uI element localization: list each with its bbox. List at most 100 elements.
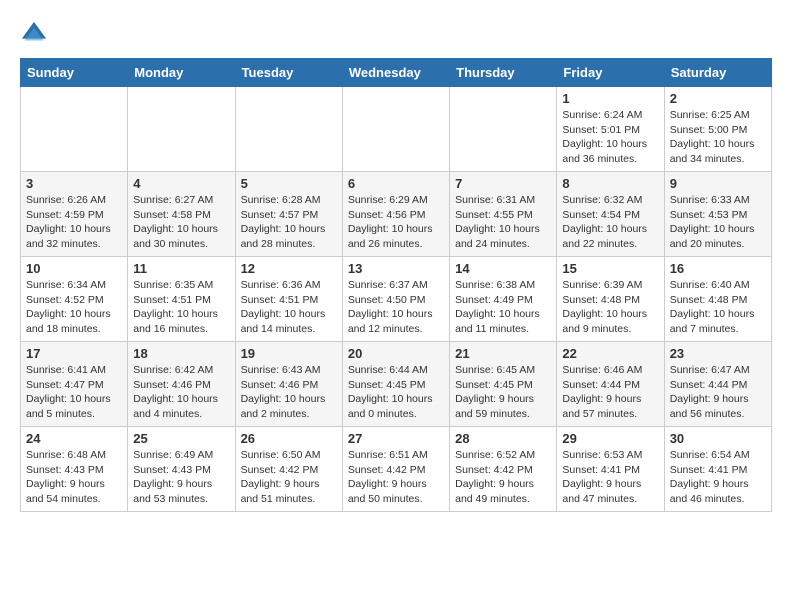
day-info: Sunrise: 6:29 AM Sunset: 4:56 PM Dayligh… xyxy=(348,193,444,252)
day-info: Sunrise: 6:40 AM Sunset: 4:48 PM Dayligh… xyxy=(670,278,766,337)
day-number: 27 xyxy=(348,431,444,446)
logo-icon xyxy=(20,20,48,48)
day-info: Sunrise: 6:33 AM Sunset: 4:53 PM Dayligh… xyxy=(670,193,766,252)
calendar-cell: 26 Sunrise: 6:50 AM Sunset: 4:42 PM Dayli… xyxy=(235,427,342,512)
day-number: 13 xyxy=(348,261,444,276)
calendar-cell: 9 Sunrise: 6:33 AM Sunset: 4:53 PM Daylig… xyxy=(664,172,771,257)
day-number: 14 xyxy=(455,261,551,276)
calendar-header-tuesday: Tuesday xyxy=(235,59,342,87)
day-number: 2 xyxy=(670,91,766,106)
day-info: Sunrise: 6:54 AM Sunset: 4:41 PM Dayligh… xyxy=(670,448,766,507)
day-number: 12 xyxy=(241,261,337,276)
calendar-cell: 3 Sunrise: 6:26 AM Sunset: 4:59 PM Daylig… xyxy=(21,172,128,257)
day-number: 18 xyxy=(133,346,229,361)
day-info: Sunrise: 6:47 AM Sunset: 4:44 PM Dayligh… xyxy=(670,363,766,422)
day-info: Sunrise: 6:39 AM Sunset: 4:48 PM Dayligh… xyxy=(562,278,658,337)
day-info: Sunrise: 6:53 AM Sunset: 4:41 PM Dayligh… xyxy=(562,448,658,507)
day-number: 29 xyxy=(562,431,658,446)
day-number: 24 xyxy=(26,431,122,446)
calendar-cell xyxy=(342,87,449,172)
calendar-header-sunday: Sunday xyxy=(21,59,128,87)
day-number: 25 xyxy=(133,431,229,446)
calendar-cell: 16 Sunrise: 6:40 AM Sunset: 4:48 PM Dayli… xyxy=(664,257,771,342)
calendar-cell: 18 Sunrise: 6:42 AM Sunset: 4:46 PM Dayli… xyxy=(128,342,235,427)
calendar-header-saturday: Saturday xyxy=(664,59,771,87)
day-info: Sunrise: 6:38 AM Sunset: 4:49 PM Dayligh… xyxy=(455,278,551,337)
day-info: Sunrise: 6:42 AM Sunset: 4:46 PM Dayligh… xyxy=(133,363,229,422)
calendar-cell: 13 Sunrise: 6:37 AM Sunset: 4:50 PM Dayli… xyxy=(342,257,449,342)
day-number: 5 xyxy=(241,176,337,191)
calendar-cell: 17Sunrise: 6:41 AM Sunset: 4:47 PM Dayli… xyxy=(21,342,128,427)
calendar-cell: 5 Sunrise: 6:28 AM Sunset: 4:57 PM Daylig… xyxy=(235,172,342,257)
calendar-cell: 7Sunrise: 6:31 AM Sunset: 4:55 PM Daylig… xyxy=(450,172,557,257)
calendar-cell: 6 Sunrise: 6:29 AM Sunset: 4:56 PM Daylig… xyxy=(342,172,449,257)
calendar-cell: 8 Sunrise: 6:32 AM Sunset: 4:54 PM Daylig… xyxy=(557,172,664,257)
day-number: 30 xyxy=(670,431,766,446)
calendar-cell: 30 Sunrise: 6:54 AM Sunset: 4:41 PM Dayli… xyxy=(664,427,771,512)
day-number: 19 xyxy=(241,346,337,361)
day-info: Sunrise: 6:50 AM Sunset: 4:42 PM Dayligh… xyxy=(241,448,337,507)
day-info: Sunrise: 6:26 AM Sunset: 4:59 PM Dayligh… xyxy=(26,193,122,252)
day-info: Sunrise: 6:45 AM Sunset: 4:45 PM Dayligh… xyxy=(455,363,551,422)
day-number: 26 xyxy=(241,431,337,446)
calendar-cell xyxy=(450,87,557,172)
day-number: 15 xyxy=(562,261,658,276)
calendar-cell: 10 Sunrise: 6:34 AM Sunset: 4:52 PM Dayli… xyxy=(21,257,128,342)
calendar-header-row: SundayMondayTuesdayWednesdayThursdayFrid… xyxy=(21,59,772,87)
day-info: Sunrise: 6:44 AM Sunset: 4:45 PM Dayligh… xyxy=(348,363,444,422)
day-info: Sunrise: 6:48 AM Sunset: 4:43 PM Dayligh… xyxy=(26,448,122,507)
calendar-cell: 4 Sunrise: 6:27 AM Sunset: 4:58 PM Daylig… xyxy=(128,172,235,257)
day-number: 9 xyxy=(670,176,766,191)
day-info: Sunrise: 6:25 AM Sunset: 5:00 PM Dayligh… xyxy=(670,108,766,167)
calendar-cell: 19Sunrise: 6:43 AM Sunset: 4:46 PM Dayli… xyxy=(235,342,342,427)
day-info: Sunrise: 6:27 AM Sunset: 4:58 PM Dayligh… xyxy=(133,193,229,252)
calendar-cell: 27 Sunrise: 6:51 AM Sunset: 4:42 PM Dayli… xyxy=(342,427,449,512)
day-info: Sunrise: 6:36 AM Sunset: 4:51 PM Dayligh… xyxy=(241,278,337,337)
day-info: Sunrise: 6:28 AM Sunset: 4:57 PM Dayligh… xyxy=(241,193,337,252)
day-info: Sunrise: 6:34 AM Sunset: 4:52 PM Dayligh… xyxy=(26,278,122,337)
calendar-week-row: 3 Sunrise: 6:26 AM Sunset: 4:59 PM Daylig… xyxy=(21,172,772,257)
calendar-header-wednesday: Wednesday xyxy=(342,59,449,87)
calendar-cell: 24 Sunrise: 6:48 AM Sunset: 4:43 PM Dayli… xyxy=(21,427,128,512)
calendar-cell: 21 Sunrise: 6:45 AM Sunset: 4:45 PM Dayli… xyxy=(450,342,557,427)
calendar-cell: 23 Sunrise: 6:47 AM Sunset: 4:44 PM Dayli… xyxy=(664,342,771,427)
day-info: Sunrise: 6:37 AM Sunset: 4:50 PM Dayligh… xyxy=(348,278,444,337)
calendar-cell: 28Sunrise: 6:52 AM Sunset: 4:42 PM Dayli… xyxy=(450,427,557,512)
logo xyxy=(20,20,52,48)
calendar-cell: 14 Sunrise: 6:38 AM Sunset: 4:49 PM Dayli… xyxy=(450,257,557,342)
day-number: 22 xyxy=(562,346,658,361)
day-info: Sunrise: 6:24 AM Sunset: 5:01 PM Dayligh… xyxy=(562,108,658,167)
day-number: 28 xyxy=(455,431,551,446)
calendar-cell: 15 Sunrise: 6:39 AM Sunset: 4:48 PM Dayli… xyxy=(557,257,664,342)
day-info: Sunrise: 6:35 AM Sunset: 4:51 PM Dayligh… xyxy=(133,278,229,337)
day-info: Sunrise: 6:46 AM Sunset: 4:44 PM Dayligh… xyxy=(562,363,658,422)
calendar-cell: 25 Sunrise: 6:49 AM Sunset: 4:43 PM Dayli… xyxy=(128,427,235,512)
day-number: 3 xyxy=(26,176,122,191)
calendar-cell: 2 Sunrise: 6:25 AM Sunset: 5:00 PM Daylig… xyxy=(664,87,771,172)
day-info: Sunrise: 6:32 AM Sunset: 4:54 PM Dayligh… xyxy=(562,193,658,252)
day-number: 23 xyxy=(670,346,766,361)
day-number: 16 xyxy=(670,261,766,276)
day-number: 21 xyxy=(455,346,551,361)
calendar: SundayMondayTuesdayWednesdayThursdayFrid… xyxy=(20,58,772,512)
page-header xyxy=(20,20,772,48)
day-number: 7 xyxy=(455,176,551,191)
day-info: Sunrise: 6:41 AM Sunset: 4:47 PM Dayligh… xyxy=(26,363,122,422)
day-number: 1 xyxy=(562,91,658,106)
calendar-header-thursday: Thursday xyxy=(450,59,557,87)
calendar-header-friday: Friday xyxy=(557,59,664,87)
calendar-cell: 29 Sunrise: 6:53 AM Sunset: 4:41 PM Dayli… xyxy=(557,427,664,512)
calendar-week-row: 17Sunrise: 6:41 AM Sunset: 4:47 PM Dayli… xyxy=(21,342,772,427)
day-number: 4 xyxy=(133,176,229,191)
day-number: 10 xyxy=(26,261,122,276)
day-number: 8 xyxy=(562,176,658,191)
calendar-cell: 22 Sunrise: 6:46 AM Sunset: 4:44 PM Dayli… xyxy=(557,342,664,427)
day-info: Sunrise: 6:51 AM Sunset: 4:42 PM Dayligh… xyxy=(348,448,444,507)
day-number: 6 xyxy=(348,176,444,191)
calendar-cell xyxy=(21,87,128,172)
calendar-cell: 11Sunrise: 6:35 AM Sunset: 4:51 PM Dayli… xyxy=(128,257,235,342)
calendar-cell: 12 Sunrise: 6:36 AM Sunset: 4:51 PM Dayli… xyxy=(235,257,342,342)
calendar-header-monday: Monday xyxy=(128,59,235,87)
calendar-cell xyxy=(128,87,235,172)
day-info: Sunrise: 6:49 AM Sunset: 4:43 PM Dayligh… xyxy=(133,448,229,507)
